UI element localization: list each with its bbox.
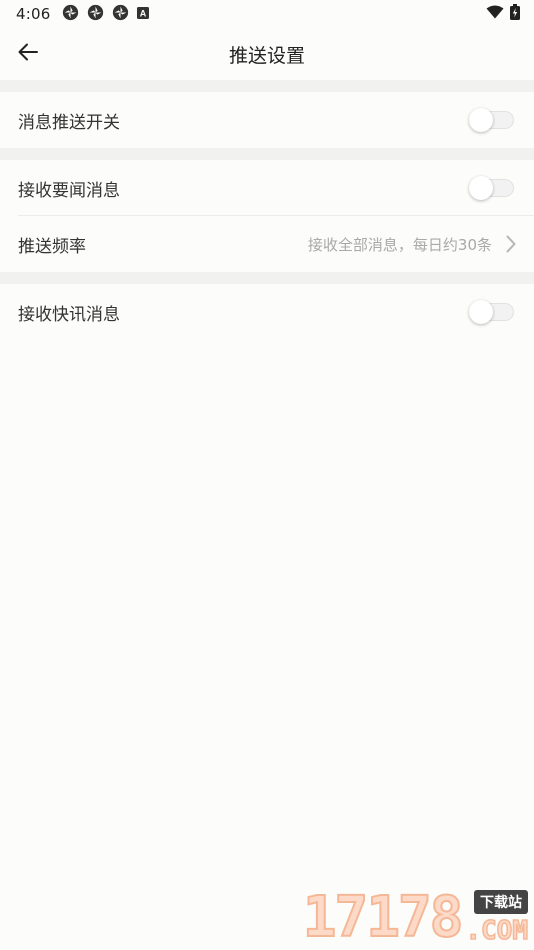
headline-news-row: 接收要闻消息: [0, 160, 534, 216]
switch-thumb: [469, 176, 493, 200]
flash-news-row: 接收快讯消息: [0, 284, 534, 340]
a-badge-icon: A: [137, 5, 150, 23]
a-badge-letter: A: [140, 9, 147, 19]
push-switch-row: 消息推送开关: [0, 92, 534, 148]
status-time: 4:06: [16, 5, 51, 23]
status-bar: 4:06 A: [0, 0, 534, 28]
notification-icons: A: [62, 4, 150, 25]
push-switch-toggle[interactable]: [468, 105, 516, 135]
app-bar: 推送设置: [0, 28, 534, 80]
watermark-side: 下载站 .COM: [465, 890, 529, 947]
page-title: 推送设置: [228, 44, 305, 67]
switch-thumb: [469, 300, 493, 324]
app-notification-icon: [112, 4, 129, 25]
watermark-number: 17178: [302, 885, 465, 950]
chevron-right-icon: [506, 235, 516, 253]
push-frequency-row[interactable]: 推送频率 接收全部消息，每日约30条: [0, 216, 534, 272]
section-divider: [0, 80, 534, 92]
section-divider: [0, 148, 534, 160]
battery-charging-icon: [510, 4, 520, 24]
flash-news-toggle[interactable]: [468, 297, 516, 327]
push-switch-label: 消息推送开关: [18, 112, 120, 133]
watermark-suffix: .COM: [465, 915, 529, 947]
arrow-left-icon: [16, 40, 40, 68]
headline-news-label: 接收要闻消息: [18, 180, 120, 201]
push-frequency-value: 接收全部消息，每日约30条: [307, 235, 492, 254]
wifi-icon: [486, 5, 504, 23]
status-right: [486, 4, 520, 24]
flash-news-label: 接收快讯消息: [18, 304, 120, 325]
back-button[interactable]: [10, 36, 46, 72]
app-notification-icon: [62, 4, 79, 25]
push-frequency-label: 推送频率: [18, 236, 86, 257]
switch-thumb: [469, 108, 493, 132]
watermark-tag: 下载站: [474, 890, 528, 914]
site-watermark: 17178 下载站 .COM: [302, 885, 529, 950]
headline-news-toggle[interactable]: [468, 173, 516, 203]
section-divider: [0, 272, 534, 284]
screen: 4:06 A 推送设置 消息推送开关 接收要闻消息 推送频率 接收全部消息，每日…: [0, 0, 534, 950]
app-notification-icon: [87, 4, 104, 25]
